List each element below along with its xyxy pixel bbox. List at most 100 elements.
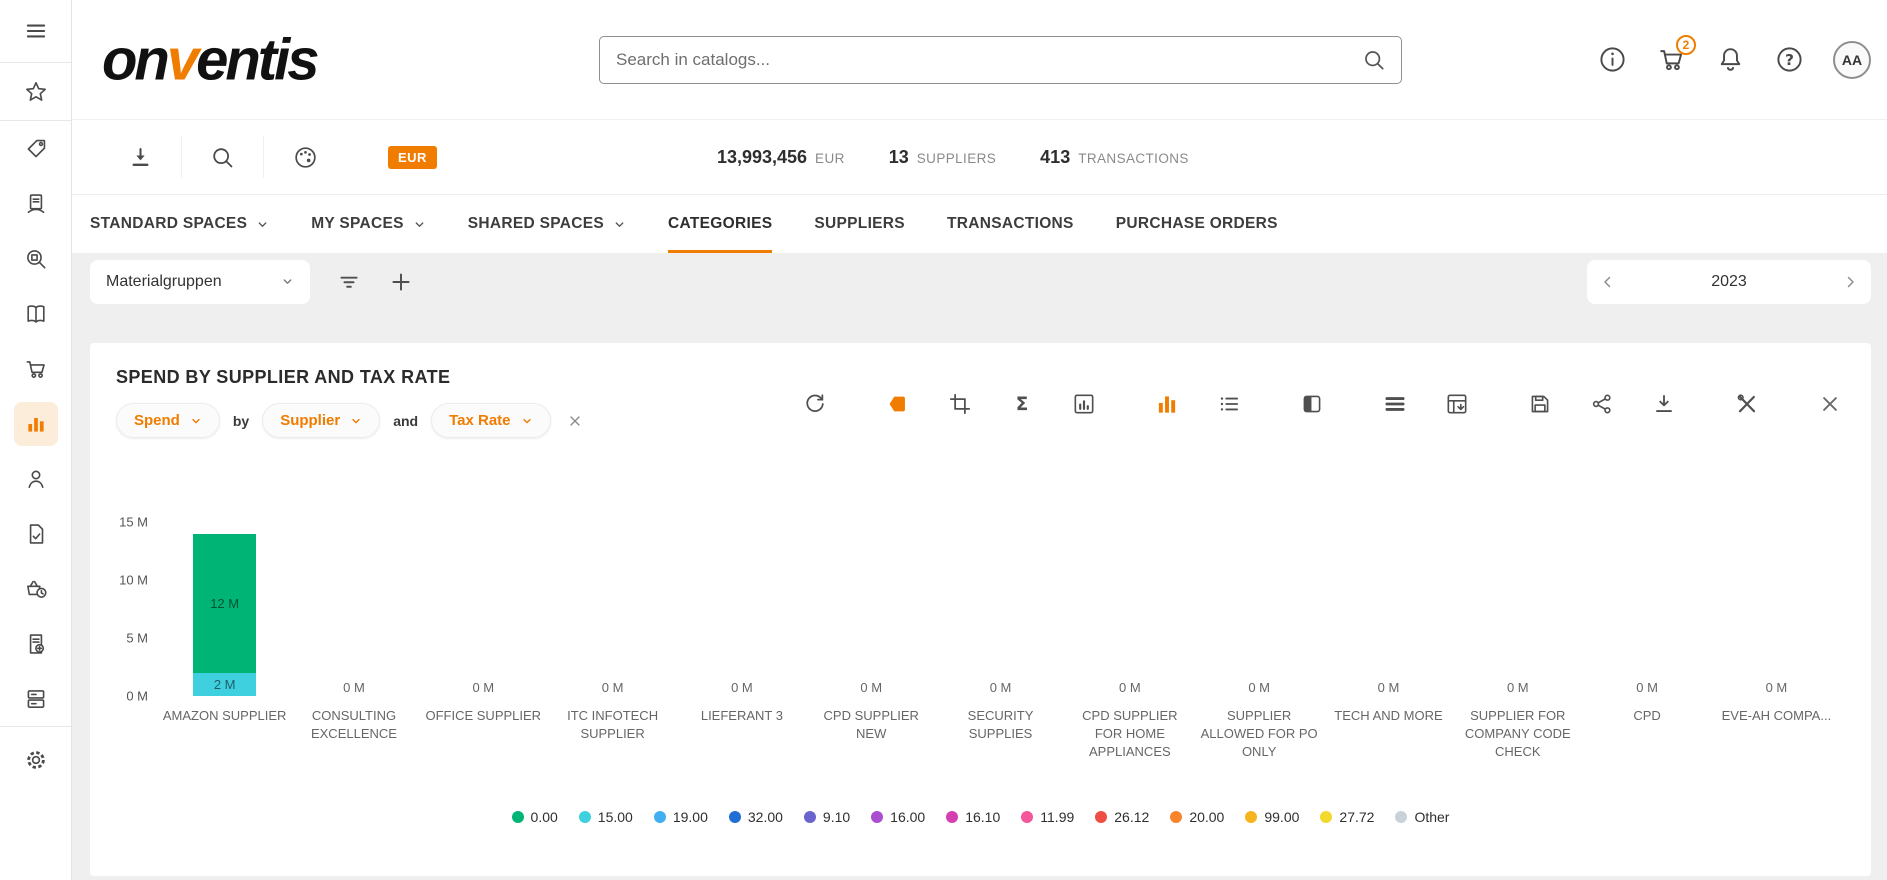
sidebar-item-deals[interactable] (0, 121, 72, 176)
sum-button[interactable]: Σ (1009, 391, 1035, 417)
dimension-select[interactable]: Materialgruppen (90, 260, 310, 304)
save-icon (1527, 391, 1553, 417)
sidebar-menu-button[interactable] (0, 5, 71, 57)
remove-dimension-button[interactable] (567, 413, 583, 429)
detail-card-button[interactable] (1299, 391, 1325, 417)
sidebar-item-favorites[interactable] (0, 64, 72, 119)
tab-categories[interactable]: CATEGORIES (668, 195, 772, 253)
add-widget-button[interactable] (388, 269, 414, 295)
tab-standard-spaces[interactable]: STANDARD SPACES (90, 195, 269, 253)
sidebar-item-contracts[interactable] (0, 506, 72, 561)
logo-accent-letter: v (167, 27, 196, 92)
legend-dot-icon (1095, 811, 1107, 823)
legend-item-16-10[interactable]: 16.10 (946, 809, 1000, 825)
tab-transactions[interactable]: TRANSACTIONS (947, 195, 1074, 253)
legend-item-19-00[interactable]: 19.00 (654, 809, 708, 825)
bar-chart-icon (1154, 391, 1180, 417)
panel-title: SPEND BY SUPPLIER AND TAX RATE (116, 367, 583, 388)
export-button[interactable] (100, 136, 182, 178)
dimension-pill[interactable]: Supplier (262, 403, 380, 438)
legend-item-other[interactable]: Other (1395, 809, 1449, 825)
sidebar-item-suppliers[interactable] (0, 451, 72, 506)
legend-item-0-00[interactable]: 0.00 (512, 809, 558, 825)
app-logo[interactable]: onventis (102, 26, 317, 93)
bar-segment-15-00[interactable]: 2 M (193, 673, 256, 696)
legend-item-32-00[interactable]: 32.00 (729, 809, 783, 825)
chevron-right-icon (1841, 273, 1859, 291)
share-button[interactable] (1589, 391, 1615, 417)
category-label: SUPPLIER FOR COMPANY CODE CHECK (1455, 707, 1580, 765)
filter-icon (336, 269, 362, 295)
download-icon (1651, 391, 1677, 417)
info-button[interactable] (1597, 44, 1628, 75)
sidebar-item-analytics[interactable] (0, 396, 72, 451)
rows-button[interactable] (1382, 391, 1408, 417)
sidebar-item-settings[interactable] (0, 732, 72, 787)
filter-button[interactable] (336, 269, 362, 295)
search-data-button[interactable] (182, 136, 264, 178)
tab-suppliers[interactable]: SUPPLIERS (814, 195, 905, 253)
bar-value-label: 0 M (1119, 680, 1141, 696)
bar-value-label: 0 M (990, 680, 1012, 696)
sidebar-item-approvals[interactable] (0, 176, 72, 231)
sidebar-item-orders[interactable] (0, 341, 72, 396)
catalog-search-input[interactable] (616, 50, 1361, 70)
legend-item-9-10[interactable]: 9.10 (804, 809, 850, 825)
tab-my-spaces[interactable]: MY SPACES (311, 195, 426, 253)
download-button[interactable] (1651, 391, 1677, 417)
legend-item-15-00[interactable]: 15.00 (579, 809, 633, 825)
pivot-table-button[interactable] (1444, 391, 1470, 417)
bar-area: 0 M (1582, 522, 1711, 696)
tools-button[interactable] (1734, 391, 1760, 417)
help-button[interactable]: ? (1774, 44, 1805, 75)
sidebar-item-records[interactable] (0, 671, 72, 726)
currency-badge[interactable]: EUR (388, 146, 437, 169)
invoice-icon (23, 631, 49, 657)
category-label: TECH AND MORE (1326, 707, 1451, 765)
measure-pill[interactable]: Spend (116, 403, 220, 438)
list-icon (1216, 391, 1242, 417)
crop-button[interactable] (947, 391, 973, 417)
sigma-icon: Σ (1009, 391, 1035, 417)
label-tag-button[interactable] (885, 391, 911, 417)
prev-year-button[interactable] (1599, 273, 1617, 291)
cart-badge: 2 (1676, 35, 1696, 55)
tab-purchase-orders[interactable]: PURCHASE ORDERS (1116, 195, 1278, 253)
tab-shared-spaces[interactable]: SHARED SPACES (468, 195, 626, 253)
legend-item-27-72[interactable]: 27.72 (1320, 809, 1374, 825)
cart-button[interactable]: 2 (1656, 44, 1687, 75)
legend-label: 16.00 (890, 809, 925, 825)
stat-value: 13,993,456 (717, 147, 807, 168)
notifications-button[interactable] (1715, 44, 1746, 75)
theme-button[interactable] (264, 136, 346, 178)
sidebar-item-invoices[interactable] (0, 616, 72, 671)
bar-area: 0 M (1453, 522, 1582, 696)
bar-area: 12 M 2 M (160, 522, 289, 696)
bar-value-label: 2 M (214, 677, 236, 692)
legend-item-16-00[interactable]: 16.00 (871, 809, 925, 825)
bar-chart-view-button[interactable] (1154, 391, 1180, 417)
category-label: CPD SUPPLIER NEW (809, 707, 934, 765)
legend-item-20-00[interactable]: 20.00 (1170, 809, 1224, 825)
refresh-icon (802, 391, 828, 417)
sidebar-item-catalogs[interactable] (0, 286, 72, 341)
close-panel-button[interactable] (1817, 391, 1843, 417)
legend-item-99-00[interactable]: 99.00 (1245, 809, 1299, 825)
legend-item-11-99[interactable]: 11.99 (1021, 809, 1074, 825)
legend-item-26-12[interactable]: 26.12 (1095, 809, 1149, 825)
bar-segment-0-00[interactable]: 12 M (193, 534, 256, 673)
save-button[interactable] (1527, 391, 1553, 417)
sidebar-item-product-search[interactable] (0, 231, 72, 286)
refresh-button[interactable] (802, 391, 828, 417)
search-icon[interactable] (1361, 47, 1387, 73)
stat-suppliers: 13SUPPLIERS (889, 147, 996, 168)
sidebar-item-order-history[interactable] (0, 561, 72, 616)
legend-dot-icon (804, 811, 816, 823)
next-year-button[interactable] (1841, 273, 1859, 291)
chart-frame-button[interactable] (1071, 391, 1097, 417)
user-avatar[interactable]: AA (1833, 41, 1871, 79)
list-view-button[interactable] (1216, 391, 1242, 417)
dimension2-pill[interactable]: Tax Rate (431, 403, 550, 438)
top-header: onventis 2 ? AA (72, 0, 1887, 120)
pivot-table-icon (1444, 391, 1470, 417)
